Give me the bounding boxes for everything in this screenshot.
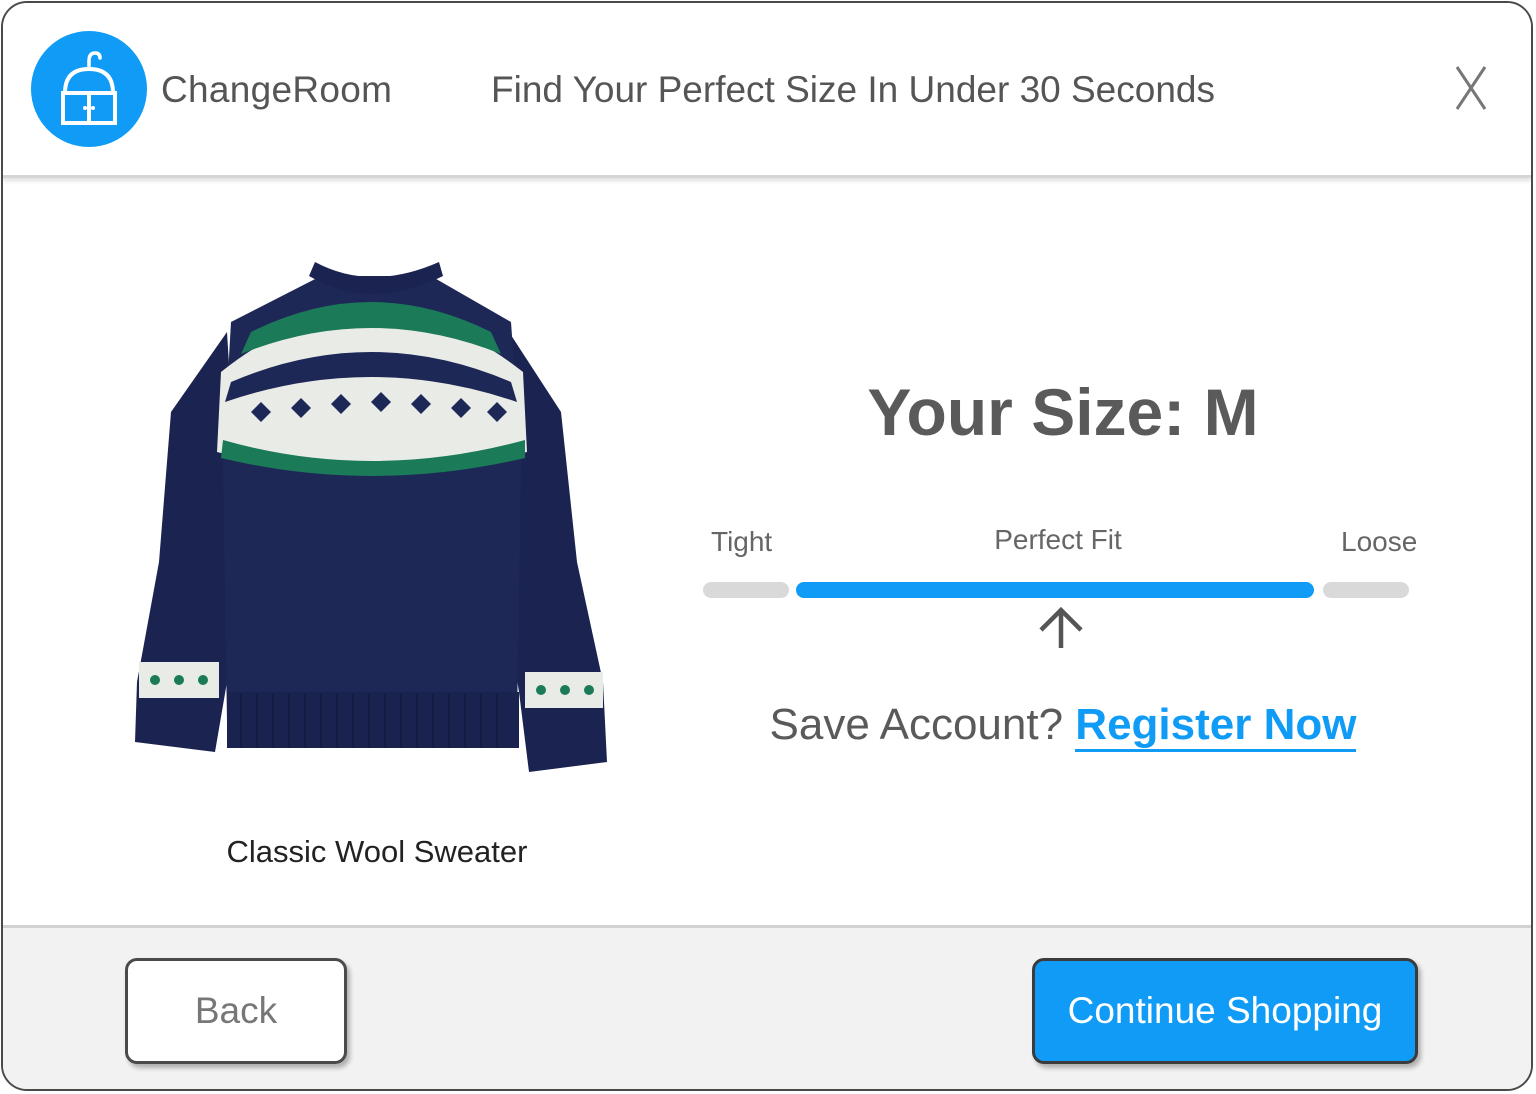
product-name: Classic Wool Sweater — [226, 834, 528, 869]
fit-label-tight: Tight — [711, 526, 773, 557]
modal-header: ChangeRoom Find Your Perfect Size In Und… — [3, 3, 1531, 178]
save-account-row: Save Account? Register Now — [663, 700, 1463, 752]
recommended-size: Your Size: M — [867, 375, 1259, 449]
modal-body: Classic Wool Sweater Your Size: M Tight … — [3, 178, 1531, 925]
register-now-link[interactable]: Register Now — [1075, 700, 1357, 752]
fit-bar-loose — [1323, 582, 1409, 598]
save-account-prompt: Save Account? — [769, 700, 1064, 749]
close-icon[interactable] — [1439, 55, 1503, 119]
fit-label-perfect: Perfect Fit — [994, 524, 1122, 555]
brand-name: ChangeRoom — [161, 69, 393, 110]
header-tagline: Find Your Perfect Size In Under 30 Secon… — [491, 69, 1215, 110]
fit-bar-tight — [703, 582, 789, 598]
sweater-image — [131, 262, 613, 783]
changeroom-logo-icon — [31, 31, 147, 147]
continue-shopping-button[interactable]: Continue Shopping — [1032, 958, 1418, 1064]
fit-bar-perfect — [796, 582, 1314, 598]
arrow-up-icon — [1033, 604, 1089, 657]
back-button[interactable]: Back — [125, 958, 347, 1064]
modal-footer: Back Continue Shopping — [3, 925, 1531, 1089]
fit-label-loose: Loose — [1341, 526, 1418, 557]
size-result-modal: ChangeRoom Find Your Perfect Size In Und… — [1, 1, 1533, 1091]
